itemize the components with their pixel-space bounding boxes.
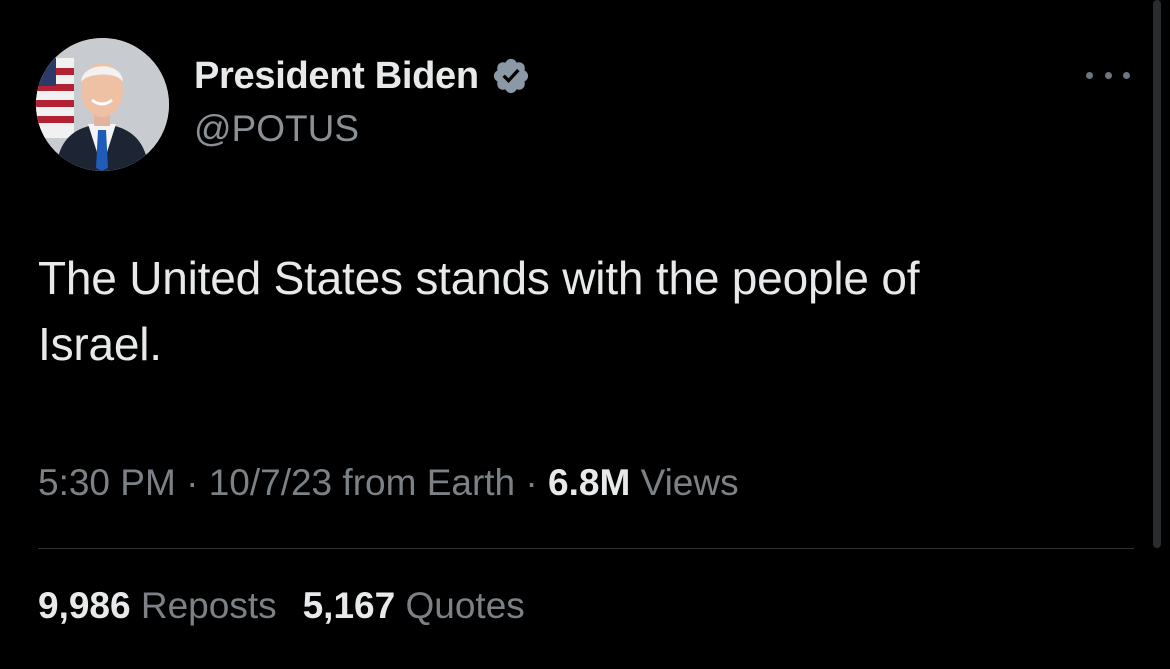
- tweet-meta: 5:30 PM · 10/7/23 from Earth · 6.8M View…: [38, 462, 739, 504]
- verified-badge-icon[interactable]: [491, 56, 531, 96]
- more-horizontal-icon: [1104, 71, 1112, 79]
- scrollbar[interactable]: [1153, 0, 1161, 548]
- more-options-button[interactable]: [1086, 60, 1130, 90]
- reposts-label: Reposts: [140, 585, 277, 626]
- tweet-detail: President Biden @POTUS The United States…: [0, 0, 1170, 669]
- tweet-text: The United States stands with the people…: [38, 245, 1098, 377]
- views-count[interactable]: 6.8M: [548, 462, 630, 503]
- reposts-link[interactable]: 9,986 Reposts: [38, 585, 277, 626]
- quotes-label: Quotes: [405, 585, 525, 626]
- more-horizontal-icon: [1086, 71, 1093, 79]
- tweet-time[interactable]: 5:30 PM: [38, 462, 176, 503]
- quotes-link[interactable]: 5,167 Quotes: [303, 585, 525, 626]
- tweet-text-line: Israel.: [38, 318, 162, 370]
- meta-separator: ·: [186, 462, 199, 503]
- meta-separator: ·: [525, 462, 538, 503]
- author-display-name[interactable]: President Biden: [194, 55, 479, 98]
- reposts-count: 9,986: [38, 585, 131, 626]
- author-name-row[interactable]: President Biden: [194, 52, 531, 100]
- quotes-count: 5,167: [302, 585, 396, 626]
- tweet-stats: 9,986 Reposts 5,167 Quotes: [38, 585, 525, 627]
- divider: [38, 548, 1134, 549]
- avatar[interactable]: [36, 38, 169, 171]
- author-handle[interactable]: @POTUS: [194, 108, 359, 150]
- tweet-text-line: The United States stands with the people…: [38, 252, 920, 304]
- tweet-source: from Earth: [342, 462, 516, 503]
- tweet-date[interactable]: 10/7/23: [209, 462, 332, 503]
- views-label[interactable]: Views: [641, 462, 739, 503]
- avatar-photo: [36, 38, 169, 171]
- more-horizontal-icon: [1123, 71, 1130, 79]
